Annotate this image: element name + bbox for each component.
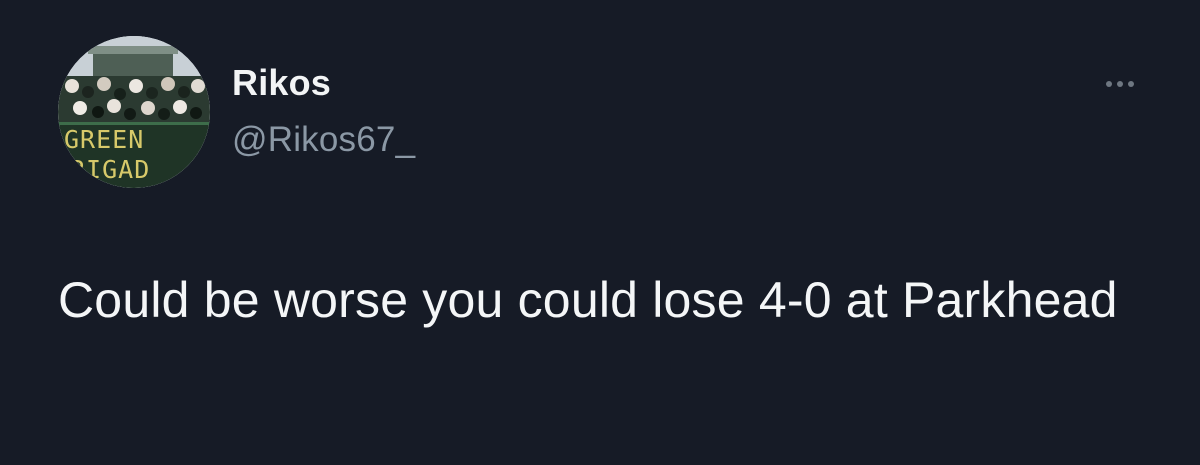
- svg-text:GREEN: GREEN: [64, 125, 144, 154]
- tweet-text: Could be worse you could lose 4-0 at Par…: [58, 272, 1118, 328]
- more-horizontal-icon-dot-3: [1128, 81, 1134, 87]
- more-options-button[interactable]: [1096, 66, 1144, 102]
- author-display-name[interactable]: Rikos: [232, 62, 331, 104]
- author-handle[interactable]: @Rikos67_: [232, 120, 415, 160]
- tweet-card: GREEN RIGAD Rikos @Rikos67_ Could be wor…: [0, 0, 1200, 465]
- more-horizontal-icon: [1106, 81, 1112, 87]
- more-horizontal-icon-dot-2: [1117, 81, 1123, 87]
- svg-text:RIGAD: RIGAD: [70, 155, 150, 184]
- author-avatar[interactable]: GREEN RIGAD: [58, 36, 210, 188]
- profile-photo-icon: GREEN RIGAD: [58, 36, 210, 188]
